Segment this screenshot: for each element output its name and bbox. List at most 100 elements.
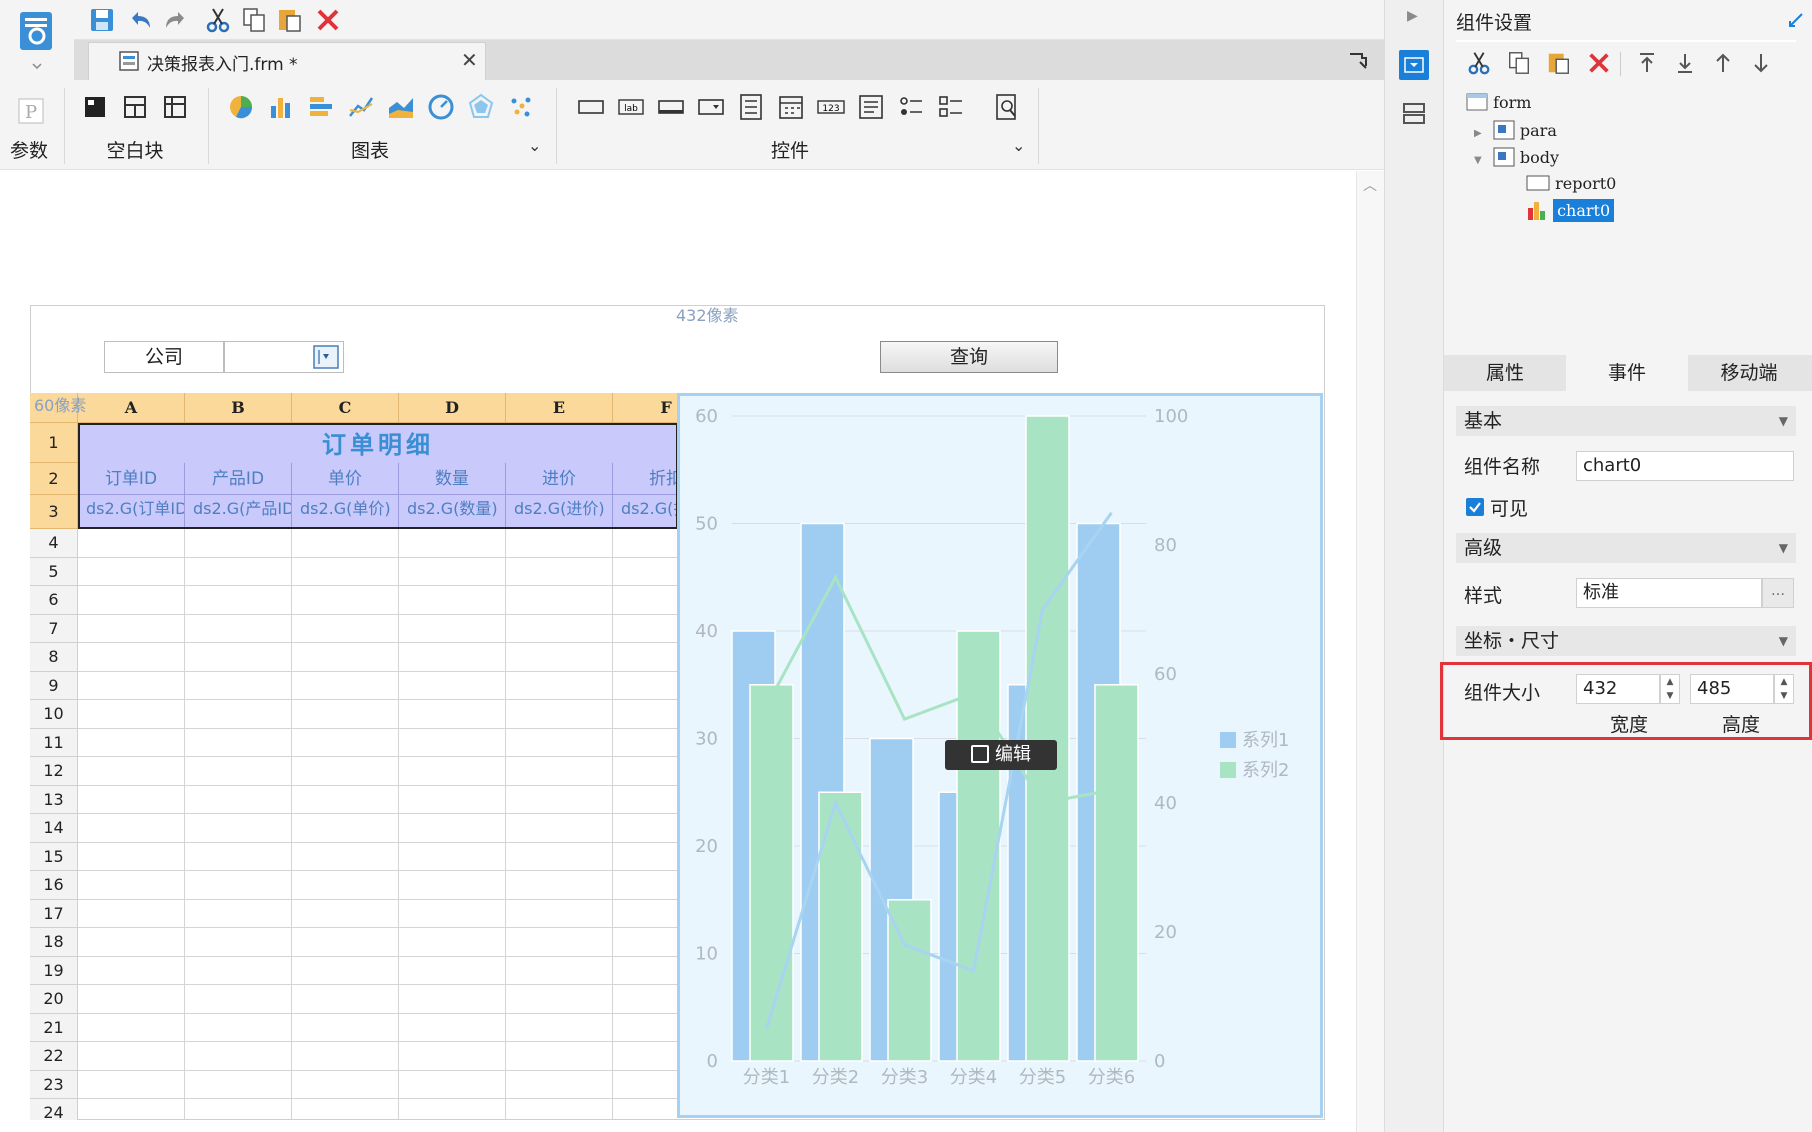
sheet-cell[interactable] (78, 871, 185, 900)
horizontal-bar-icon[interactable] (306, 92, 336, 122)
sheet-cell[interactable] (185, 671, 292, 700)
sheet-cell[interactable] (292, 643, 399, 672)
gauge-chart-icon[interactable] (426, 92, 456, 122)
label-widget-icon[interactable]: lab (616, 92, 646, 122)
expanded-arrow-icon[interactable]: ▼ (1474, 155, 1482, 166)
area-chart-icon[interactable] (386, 92, 416, 122)
sheet-cell[interactable] (78, 1070, 185, 1099)
tree-node-para[interactable]: ▶ para (1474, 120, 1557, 140)
header-cell[interactable]: 订单ID (78, 463, 185, 495)
sheet-cell[interactable] (292, 1099, 399, 1120)
sheet-cell[interactable] (78, 757, 185, 786)
widget-group-expand-icon[interactable]: ⌄ (1012, 136, 1025, 155)
column-header[interactable]: D (399, 393, 506, 423)
sheet-cell[interactable] (399, 643, 506, 672)
line-chart-icon[interactable] (346, 92, 376, 122)
tree-paste-icon[interactable] (1546, 50, 1572, 76)
absolute-block-icon[interactable] (80, 92, 110, 122)
sheet-cell[interactable] (292, 814, 399, 843)
row-header[interactable]: 16 (30, 871, 78, 900)
window-layout-icon[interactable] (1346, 48, 1370, 72)
row-header[interactable]: 4 (30, 529, 78, 558)
sheet-cell[interactable] (506, 700, 613, 729)
sheet-cell[interactable] (613, 814, 678, 843)
scatter-chart-icon[interactable] (506, 92, 536, 122)
column-header[interactable]: E (506, 393, 613, 423)
sheet-cell[interactable] (78, 700, 185, 729)
collapsed-arrow-icon[interactable]: ▶ (1474, 128, 1482, 139)
sheet-cell[interactable] (506, 728, 613, 757)
sheet-cell[interactable] (185, 586, 292, 615)
tab-block-icon[interactable] (120, 92, 150, 122)
row-header[interactable]: 6 (30, 586, 78, 615)
sheet-cell[interactable] (506, 586, 613, 615)
sheet-cell[interactable] (506, 814, 613, 843)
sheet-cell[interactable] (506, 899, 613, 928)
parameter-label-company[interactable]: 公司 (104, 341, 224, 373)
row-header[interactable]: 12 (30, 757, 78, 786)
sheet-cell[interactable] (292, 1013, 399, 1042)
widget-settings-toggle[interactable] (1399, 50, 1429, 80)
sheet-cell[interactable] (185, 1070, 292, 1099)
sheet-cell[interactable] (78, 928, 185, 957)
header-cell[interactable]: 数量 (399, 463, 506, 495)
height-stepper[interactable]: ▲ ▼ (1774, 674, 1794, 704)
sheet-cell[interactable] (506, 614, 613, 643)
sheet-cell[interactable] (78, 1099, 185, 1120)
sheet-cell[interactable] (292, 871, 399, 900)
data-binding-cell[interactable]: ds2.G(数量) (399, 495, 506, 529)
sheet-cell[interactable] (506, 785, 613, 814)
sheet-cell[interactable] (613, 871, 678, 900)
row-header[interactable]: 2 (30, 463, 78, 495)
sheet-cell[interactable] (292, 899, 399, 928)
row-header[interactable]: 18 (30, 928, 78, 957)
sheet-cell[interactable] (613, 1099, 678, 1120)
row-header[interactable]: 9 (30, 671, 78, 700)
sheet-cell[interactable] (78, 643, 185, 672)
sheet-cell[interactable] (613, 900, 678, 928)
tree-copy-icon[interactable] (1506, 50, 1532, 76)
undo-icon[interactable] (126, 6, 154, 34)
sheet-cell[interactable] (506, 1070, 613, 1099)
bar-chart-icon[interactable] (266, 92, 296, 122)
move-down-icon[interactable] (1748, 50, 1774, 76)
sheet-cell[interactable] (506, 1099, 613, 1120)
sheet-cell[interactable] (78, 1013, 185, 1042)
sheet-cell[interactable] (399, 671, 506, 700)
sheet-cell[interactable] (399, 1070, 506, 1099)
sheet-cell[interactable] (613, 1042, 678, 1071)
layout-panel-icon[interactable] (1399, 98, 1429, 128)
query-button[interactable]: 查询 (880, 341, 1058, 373)
date-widget-icon[interactable] (776, 92, 806, 122)
sheet-cell[interactable] (292, 700, 399, 729)
sheet-cell[interactable] (399, 757, 506, 786)
chart-group-expand-icon[interactable]: ⌄ (528, 136, 541, 155)
row-header[interactable]: 15 (30, 842, 78, 871)
sheet-cell[interactable] (78, 586, 185, 615)
row-header[interactable]: 20 (30, 985, 78, 1014)
tree-node-report0[interactable]: report0 (1526, 174, 1616, 193)
width-field[interactable]: 432 (1576, 674, 1660, 704)
tree-node-chart0[interactable]: chart0 (1526, 199, 1615, 222)
sheet-cell[interactable] (399, 700, 506, 729)
sheet-cell[interactable] (506, 671, 613, 700)
copy-icon[interactable] (240, 6, 268, 34)
list-widget-icon[interactable] (736, 92, 766, 122)
close-tab-icon[interactable]: ✕ (461, 48, 478, 72)
sheet-cell[interactable] (185, 871, 292, 900)
sheet-cell[interactable] (78, 842, 185, 871)
sheet-cell[interactable] (292, 529, 399, 558)
sheet-cell[interactable] (292, 785, 399, 814)
column-header[interactable]: C (292, 393, 399, 423)
data-binding-cell[interactable]: ds2.G(产品ID) (185, 495, 292, 529)
sheet-cell[interactable] (185, 785, 292, 814)
tree-node-form[interactable]: form (1466, 93, 1531, 112)
sheet-cell[interactable] (613, 615, 678, 643)
data-binding-cell[interactable]: ds2.G(订单ID) (78, 495, 185, 529)
style-more-button[interactable]: … (1762, 578, 1794, 608)
sheet-cell[interactable] (506, 985, 613, 1014)
combo-dropdown-icon[interactable] (313, 345, 339, 369)
sheet-cell[interactable] (399, 728, 506, 757)
style-field[interactable]: 标准 (1576, 578, 1762, 608)
row-header[interactable]: 7 (30, 614, 78, 643)
